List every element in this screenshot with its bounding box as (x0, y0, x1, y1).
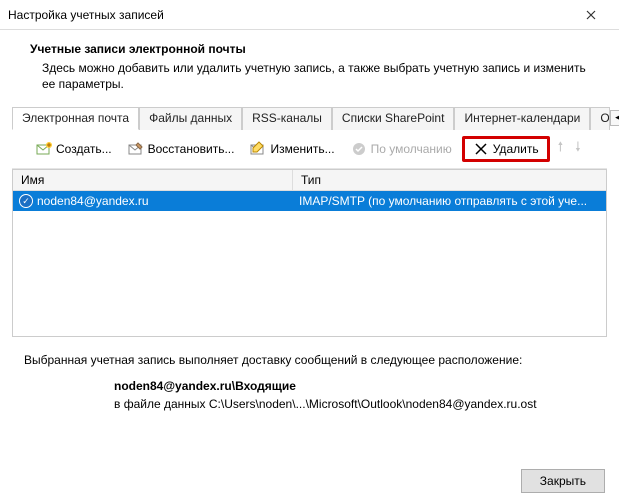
repair-icon (128, 141, 144, 157)
titlebar: Настройка учетных записей (0, 0, 619, 30)
delete-label: Удалить (493, 142, 539, 156)
tab-published[interactable]: Опублико (590, 107, 610, 130)
delete-button[interactable]: Удалить (473, 141, 539, 157)
delivery-info: Выбранная учетная запись выполняет доста… (24, 351, 595, 413)
delete-icon (473, 141, 489, 157)
create-label: Создать... (56, 142, 112, 156)
restore-label: Восстановить... (148, 142, 235, 156)
tab-scroll-left[interactable]: ◂ (610, 110, 619, 126)
move-down-icon: 🠗 (571, 138, 585, 160)
table-row[interactable]: ✓ noden84@yandex.ru IMAP/SMTP (по умолча… (13, 191, 606, 211)
close-dialog-button[interactable]: Закрыть (521, 469, 605, 493)
header-description: Здесь можно добавить или удалить учетную… (30, 60, 589, 92)
account-list: Имя Тип ✓ noden84@yandex.ru IMAP/SMTP (п… (12, 169, 607, 337)
new-mail-icon (36, 141, 52, 157)
tab-internet-calendars[interactable]: Интернет-календари (454, 107, 590, 130)
column-name[interactable]: Имя (13, 170, 293, 190)
default-label: По умолчанию (371, 142, 452, 156)
move-up-icon: 🠕 (554, 138, 568, 160)
tabs: Электронная почта Файлы данных RSS-канал… (12, 106, 607, 130)
create-button[interactable]: Создать... (30, 139, 118, 159)
window-title: Настройка учетных записей (8, 8, 571, 22)
tab-sharepoint[interactable]: Списки SharePoint (332, 107, 455, 130)
column-type[interactable]: Тип (293, 170, 606, 190)
edit-button[interactable]: Изменить... (244, 139, 340, 159)
account-email: noden84@yandex.ru (37, 194, 149, 208)
restore-button[interactable]: Восстановить... (122, 139, 241, 159)
cell-type: IMAP/SMTP (по умолчанию отправлять с это… (293, 194, 606, 208)
edit-icon (250, 141, 266, 157)
check-circle-icon (351, 141, 367, 157)
close-button[interactable] (571, 1, 611, 29)
delivery-file: в файле данных C:\Users\noden\...\Micros… (114, 397, 537, 411)
list-header: Имя Тип (13, 170, 606, 191)
footer: Закрыть (521, 469, 605, 493)
tab-rss[interactable]: RSS-каналы (242, 107, 332, 130)
cell-name: ✓ noden84@yandex.ru (13, 194, 293, 208)
toolbar: Создать... Восстановить... Изменить... П… (12, 130, 607, 169)
tab-data-files[interactable]: Файлы данных (139, 107, 242, 130)
delivery-intro: Выбранная учетная запись выполняет доста… (24, 351, 595, 369)
tab-scroll-nav: ◂ ▸ (610, 106, 619, 129)
default-button: По умолчанию (345, 139, 458, 159)
default-account-icon: ✓ (19, 194, 33, 208)
close-icon (586, 10, 596, 20)
header: Учетные записи электронной почты Здесь м… (0, 30, 619, 106)
tab-email[interactable]: Электронная почта (12, 107, 139, 130)
edit-label: Изменить... (270, 142, 334, 156)
delete-highlight: Удалить (462, 136, 550, 162)
header-heading: Учетные записи электронной почты (30, 42, 589, 56)
delivery-path: noden84@yandex.ru\Входящие (114, 379, 296, 393)
